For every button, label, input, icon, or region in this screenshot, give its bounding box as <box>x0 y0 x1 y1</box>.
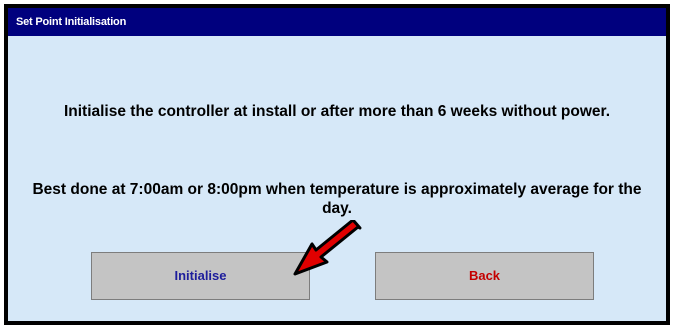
back-button[interactable]: Back <box>375 252 594 300</box>
set-point-dialog: Set Point Initialisation Initialise the … <box>4 4 670 325</box>
timing-instruction-text: Best done at 7:00am or 8:00pm when tempe… <box>32 181 642 217</box>
initialise-button[interactable]: Initialise <box>91 252 310 300</box>
install-instruction-text: Initialise the controller at install or … <box>63 103 611 120</box>
dialog-title: Set Point Initialisation <box>8 8 666 36</box>
